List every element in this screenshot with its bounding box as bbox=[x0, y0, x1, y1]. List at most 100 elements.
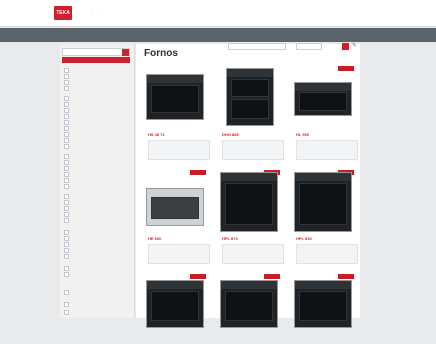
checkbox[interactable] bbox=[64, 302, 69, 307]
sidebar-selected-tab[interactable] bbox=[62, 57, 130, 63]
checkbox[interactable] bbox=[64, 138, 69, 143]
facet-18[interactable] bbox=[64, 178, 71, 183]
checkbox[interactable] bbox=[64, 108, 69, 113]
facet-16[interactable] bbox=[64, 166, 71, 171]
product-ribbon bbox=[338, 66, 354, 71]
product-image[interactable] bbox=[290, 274, 356, 344]
sort-select-2[interactable] bbox=[296, 43, 322, 50]
facet-26[interactable] bbox=[64, 236, 71, 241]
facet-6[interactable] bbox=[64, 102, 71, 107]
facet-13[interactable] bbox=[64, 144, 71, 149]
checkbox[interactable] bbox=[64, 102, 69, 107]
checkbox[interactable] bbox=[64, 272, 69, 277]
filter-button[interactable] bbox=[342, 43, 349, 50]
facet-32[interactable] bbox=[64, 290, 71, 295]
facet-19[interactable] bbox=[64, 184, 71, 189]
oven-image bbox=[220, 280, 278, 328]
main-nav bbox=[0, 28, 436, 42]
checkbox[interactable] bbox=[64, 254, 69, 259]
checkbox[interactable] bbox=[64, 160, 69, 165]
facet-2[interactable] bbox=[64, 74, 71, 79]
facet-4[interactable] bbox=[64, 86, 71, 91]
checkbox[interactable] bbox=[64, 248, 69, 253]
checkbox[interactable] bbox=[64, 184, 69, 189]
facet-25[interactable] bbox=[64, 230, 71, 235]
checkbox[interactable] bbox=[64, 230, 69, 235]
facet-34[interactable] bbox=[64, 310, 71, 315]
checkbox[interactable] bbox=[64, 178, 69, 183]
product-image[interactable] bbox=[290, 170, 356, 240]
checkbox[interactable] bbox=[64, 114, 69, 119]
checkbox[interactable] bbox=[64, 96, 69, 101]
checkbox[interactable] bbox=[64, 68, 69, 73]
facet-33[interactable] bbox=[64, 302, 71, 307]
teka-logo[interactable]: TEKA bbox=[54, 6, 72, 20]
facet-29[interactable] bbox=[64, 254, 71, 259]
facet-27[interactable] bbox=[64, 242, 71, 247]
facet-5[interactable] bbox=[64, 96, 71, 101]
checkbox[interactable] bbox=[64, 242, 69, 247]
product-model[interactable]: HE 600 bbox=[148, 236, 161, 241]
checkbox[interactable] bbox=[64, 212, 69, 217]
facet-17[interactable] bbox=[64, 172, 71, 177]
product-image[interactable] bbox=[142, 66, 208, 136]
checkbox[interactable] bbox=[64, 266, 69, 271]
facet-24[interactable] bbox=[64, 218, 71, 223]
oven-door bbox=[225, 291, 273, 321]
edit-icon[interactable]: ✎ bbox=[352, 43, 358, 50]
checkbox[interactable] bbox=[64, 290, 69, 295]
checkbox[interactable] bbox=[64, 74, 69, 79]
checkbox[interactable] bbox=[64, 200, 69, 205]
product-actions bbox=[296, 140, 358, 160]
checkbox[interactable] bbox=[64, 132, 69, 137]
facet-9[interactable] bbox=[64, 120, 71, 125]
facet-22[interactable] bbox=[64, 206, 71, 211]
product-image[interactable] bbox=[216, 274, 282, 344]
product-model[interactable]: HPL 830 bbox=[296, 236, 312, 241]
facet-11[interactable] bbox=[64, 132, 71, 137]
product-model[interactable]: HPL 870 bbox=[222, 236, 238, 241]
facet-23[interactable] bbox=[64, 212, 71, 217]
sort-select[interactable] bbox=[228, 43, 286, 50]
checkbox[interactable] bbox=[64, 218, 69, 223]
checkbox[interactable] bbox=[64, 236, 69, 241]
checkbox[interactable] bbox=[64, 126, 69, 131]
facet-31[interactable] bbox=[64, 272, 71, 277]
facet-28[interactable] bbox=[64, 248, 71, 253]
product-image[interactable] bbox=[290, 66, 356, 136]
facet-3[interactable] bbox=[64, 80, 71, 85]
product-actions bbox=[148, 244, 210, 264]
checkbox[interactable] bbox=[64, 86, 69, 91]
product-model[interactable]: HL 960 bbox=[296, 132, 309, 137]
product-model[interactable]: DHG 885 bbox=[222, 132, 239, 137]
checkbox[interactable] bbox=[64, 172, 69, 177]
search-input[interactable] bbox=[62, 48, 130, 56]
facet-7[interactable] bbox=[64, 108, 71, 113]
product-image[interactable] bbox=[216, 170, 282, 240]
oven-image bbox=[146, 74, 204, 120]
facet-1[interactable] bbox=[64, 68, 71, 73]
checkbox[interactable] bbox=[64, 166, 69, 171]
product-ribbon bbox=[190, 170, 206, 175]
product-image[interactable] bbox=[216, 66, 282, 136]
product-image[interactable] bbox=[142, 170, 208, 240]
checkbox[interactable] bbox=[64, 154, 69, 159]
facet-10[interactable] bbox=[64, 126, 71, 131]
facet-15[interactable] bbox=[64, 160, 71, 165]
checkbox[interactable] bbox=[64, 120, 69, 125]
checkbox[interactable] bbox=[64, 80, 69, 85]
checkbox[interactable] bbox=[64, 310, 69, 315]
facet-21[interactable] bbox=[64, 200, 71, 205]
checkbox[interactable] bbox=[64, 144, 69, 149]
product-model[interactable]: HS 45 71 bbox=[148, 132, 165, 137]
checkbox[interactable] bbox=[64, 194, 69, 199]
facet-8[interactable] bbox=[64, 114, 71, 119]
product-image[interactable] bbox=[142, 274, 208, 344]
facet-30[interactable] bbox=[64, 266, 71, 271]
facet-20[interactable] bbox=[64, 194, 71, 199]
checkbox[interactable] bbox=[64, 206, 69, 211]
facet-12[interactable] bbox=[64, 138, 71, 143]
search-button[interactable] bbox=[122, 49, 129, 56]
facet-14[interactable] bbox=[64, 154, 71, 159]
oven-panel bbox=[147, 281, 203, 289]
